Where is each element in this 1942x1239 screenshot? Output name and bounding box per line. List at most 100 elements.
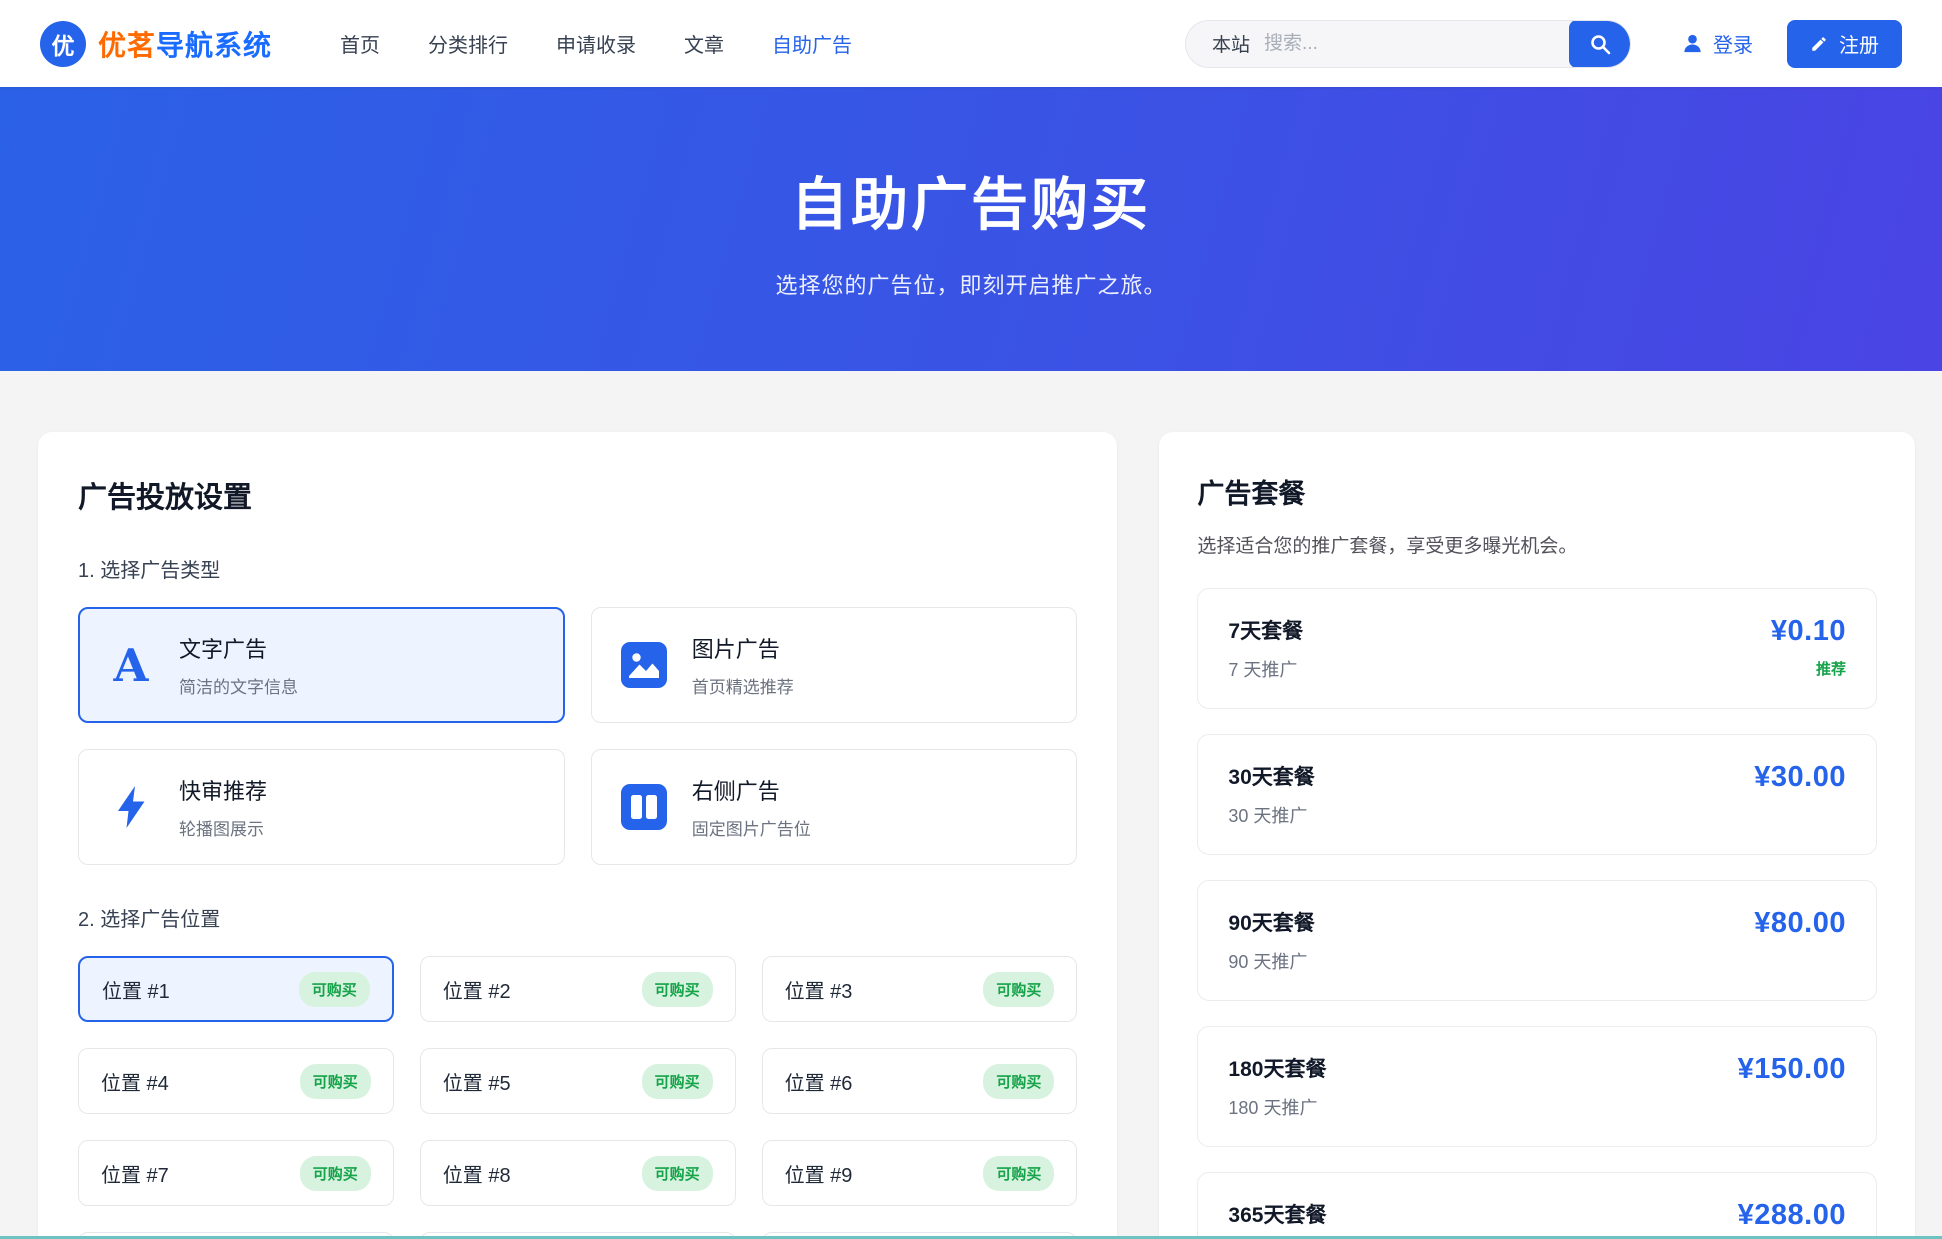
package-card[interactable]: 30天套餐 30 天推广 ¥30.00 (1197, 734, 1877, 855)
ad-type-desc: 固定图片广告位 (692, 815, 811, 840)
package-price: ¥0.10 (1771, 615, 1846, 648)
brand-name-part2: 导航系统 (156, 30, 272, 61)
text-ad-icon: A (107, 643, 155, 688)
position-label: 位置 #5 (443, 1067, 511, 1096)
nav-menu: 首页 分类排行 申请收录 文章 自助广告 (340, 29, 852, 58)
available-badge: 可购买 (642, 1064, 713, 1099)
settings-card-title: 广告投放设置 (78, 474, 1077, 516)
position-label: 位置 #2 (443, 975, 511, 1004)
position-card[interactable]: 位置 #4 可购买 (78, 1048, 394, 1114)
package-duration: 30 天推广 (1228, 802, 1314, 828)
navbar: 优 优茗导航系统 首页 分类排行 申请收录 文章 自助广告 本站 登录 (0, 0, 1942, 87)
ad-packages-card: 广告套餐 选择适合您的推广套餐，享受更多曝光机会。 7天套餐 7 天推广 ¥0.10… (1159, 432, 1915, 1239)
ad-type-image[interactable]: 图片广告首页精选推荐 (591, 607, 1078, 723)
package-price: ¥80.00 (1754, 907, 1846, 940)
nav-item-articles[interactable]: 文章 (684, 29, 724, 58)
package-name: 90天套餐 (1228, 907, 1314, 937)
packages-card-subtitle: 选择适合您的推广套餐，享受更多曝光机会。 (1197, 531, 1877, 558)
site-brand: 优茗导航系统 (98, 24, 272, 64)
ad-type-name: 图片广告 (692, 632, 794, 664)
position-label: 位置 #1 (102, 975, 170, 1004)
available-badge: 可购买 (983, 1156, 1054, 1191)
available-badge: 可购买 (642, 972, 713, 1007)
package-duration: 7 天推广 (1228, 656, 1303, 682)
package-name: 365天套餐 (1228, 1199, 1326, 1229)
page-title: 自助广告购买 (791, 159, 1151, 241)
package-price: ¥150.00 (1738, 1053, 1846, 1086)
ad-type-right-side[interactable]: 右侧广告固定图片广告位 (591, 749, 1078, 865)
ad-type-desc: 简洁的文字信息 (179, 673, 298, 698)
ad-type-name: 右侧广告 (692, 774, 811, 806)
available-badge: 可购买 (983, 1064, 1054, 1099)
position-card[interactable]: 位置 #9 可购买 (762, 1140, 1078, 1206)
package-card[interactable]: 365天套餐365 天推广¥288.00 (1197, 1172, 1877, 1239)
available-badge: 可购买 (300, 1156, 371, 1191)
login-label: 登录 (1713, 29, 1753, 58)
register-label: 注册 (1839, 29, 1879, 58)
step1-label: 1. 选择广告类型 (78, 554, 1077, 583)
nav-item-self-ad[interactable]: 自助广告 (772, 29, 852, 58)
image-ad-icon (620, 642, 668, 688)
position-label: 位置 #7 (101, 1159, 169, 1188)
ad-type-grid: A文字广告简洁的文字信息图片广告首页精选推荐快审推荐轮播图展示右侧广告固定图片广… (78, 607, 1077, 865)
step2-label: 2. 选择广告位置 (78, 903, 1077, 932)
ad-type-fast-review[interactable]: 快审推荐轮播图展示 (78, 749, 565, 865)
package-duration: 180 天推广 (1228, 1094, 1326, 1120)
logo-char: 优 (52, 27, 75, 61)
ad-type-desc: 轮播图展示 (179, 815, 267, 840)
user-icon (1681, 32, 1704, 55)
available-badge: 可购买 (299, 972, 370, 1007)
brand-name-part1: 优茗 (98, 30, 156, 61)
ad-position-grid: 位置 #1可购买位置 #2可购买位置 #3可购买位置 #4可购买位置 #5可购买… (78, 956, 1077, 1239)
position-card[interactable]: 位置 #5 可购买 (420, 1048, 736, 1114)
package-name: 180天套餐 (1228, 1053, 1326, 1083)
search-button[interactable] (1569, 20, 1630, 68)
package-name: 7天套餐 (1228, 615, 1303, 645)
packages-card-title: 广告套餐 (1197, 472, 1877, 511)
package-name: 30天套餐 (1228, 761, 1314, 791)
nav-item-home[interactable]: 首页 (340, 29, 380, 58)
position-label: 位置 #4 (101, 1067, 169, 1096)
search-input[interactable] (1264, 33, 1569, 55)
available-badge: 可购买 (983, 972, 1054, 1007)
package-duration: 90 天推广 (1228, 948, 1314, 974)
search-icon (1588, 32, 1612, 56)
position-card[interactable]: 位置 #1 可购买 (78, 956, 394, 1022)
recommended-badge: 推荐 (1771, 658, 1846, 679)
ad-type-name: 快审推荐 (179, 774, 267, 806)
position-card[interactable]: 位置 #2 可购买 (420, 956, 736, 1022)
position-label: 位置 #6 (785, 1067, 853, 1096)
position-card[interactable]: 位置 #6 可购买 (762, 1048, 1078, 1114)
site-logo-icon[interactable]: 优 (40, 21, 86, 67)
position-card[interactable]: 位置 #7 可购买 (78, 1140, 394, 1206)
nav-item-apply-inclusion[interactable]: 申请收录 (556, 29, 636, 58)
page-subtitle: 选择您的广告位，即刻开启推广之旅。 (775, 268, 1166, 300)
search-scope-select[interactable]: 本站 (1186, 30, 1264, 57)
pencil-icon (1810, 35, 1828, 53)
position-label: 位置 #3 (785, 975, 853, 1004)
ad-type-text[interactable]: A 文字广告简洁的文字信息 (78, 607, 565, 723)
package-price: ¥288.00 (1738, 1199, 1846, 1232)
position-label: 位置 #9 (785, 1159, 853, 1188)
package-list: 7天套餐7 天推广¥0.10推荐30天套餐30 天推广¥30.0090天套餐90… (1197, 588, 1877, 1239)
lightning-icon (107, 784, 155, 830)
position-card[interactable]: 位置 #8 可购买 (420, 1140, 736, 1206)
package-card[interactable]: 7天套餐 7 天推广 ¥0.10 推荐 (1197, 588, 1877, 709)
ad-type-name: 文字广告 (179, 632, 298, 664)
login-link[interactable]: 登录 (1681, 29, 1753, 58)
columns-icon (620, 784, 668, 830)
available-badge: 可购买 (642, 1156, 713, 1191)
register-button[interactable]: 注册 (1787, 20, 1902, 68)
ad-type-desc: 首页精选推荐 (692, 673, 794, 698)
position-label: 位置 #8 (443, 1159, 511, 1188)
package-card[interactable]: 180天套餐 180 天推广 ¥150.00 (1197, 1026, 1877, 1147)
main-content: 广告投放设置 1. 选择广告类型 A 文字广告简洁的文字信息 图片广告首页精选推荐快… (0, 371, 1942, 1239)
position-card[interactable]: 位置 #3 可购买 (762, 956, 1078, 1022)
hero-banner: 自助广告购买 选择您的广告位，即刻开启推广之旅。 (0, 87, 1942, 371)
nav-item-category-rank[interactable]: 分类排行 (428, 29, 508, 58)
package-price: ¥30.00 (1754, 761, 1846, 794)
search-bar: 本站 (1185, 20, 1631, 68)
package-card[interactable]: 90天套餐 90 天推广 ¥80.00 (1197, 880, 1877, 1001)
ad-settings-card: 广告投放设置 1. 选择广告类型 A 文字广告简洁的文字信息 图片广告首页精选推荐快… (38, 432, 1117, 1239)
available-badge: 可购买 (300, 1064, 371, 1099)
